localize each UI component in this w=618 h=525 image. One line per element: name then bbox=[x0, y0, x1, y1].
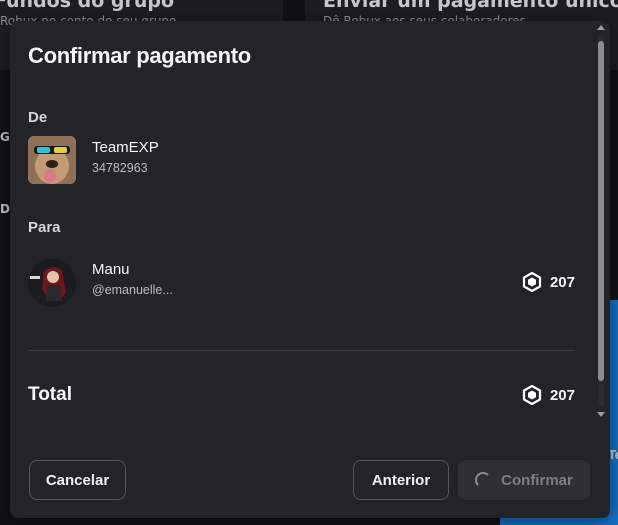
total-amount-value: 207 bbox=[549, 386, 575, 404]
recipient-handle: @emanuelle... bbox=[92, 283, 173, 297]
dialog-scrollbar[interactable] bbox=[595, 25, 607, 417]
to-label: Para bbox=[28, 219, 61, 236]
one-time-payment-title: Enviar um pagamento único bbox=[323, 0, 618, 12]
recipient-amount: 207 bbox=[522, 272, 575, 292]
robux-icon bbox=[522, 272, 542, 292]
confirm-button[interactable]: Confirmar bbox=[458, 460, 590, 500]
recipient-amount-value: 207 bbox=[549, 273, 575, 291]
previous-button[interactable]: Anterior bbox=[353, 460, 449, 500]
dog-image-icon bbox=[28, 136, 76, 184]
recipient-name: Manu bbox=[92, 261, 130, 278]
cancel-button[interactable]: Cancelar bbox=[29, 460, 126, 500]
spinner-icon bbox=[475, 472, 492, 488]
group-id: 34782963 bbox=[92, 161, 148, 175]
scroll-down-icon[interactable] bbox=[597, 412, 605, 417]
from-label: De bbox=[28, 109, 48, 126]
total-label: Total bbox=[28, 384, 72, 405]
scrollbar-thumb[interactable] bbox=[598, 41, 604, 381]
divider bbox=[28, 350, 575, 351]
group-avatar bbox=[28, 136, 76, 184]
avatar-figure-icon bbox=[28, 259, 76, 307]
total-amount: 207 bbox=[522, 385, 575, 405]
robux-icon bbox=[522, 385, 542, 405]
dialog-title: Confirmar pagamento bbox=[28, 43, 251, 68]
group-name: TeamEXP bbox=[92, 139, 159, 156]
scroll-up-icon[interactable] bbox=[597, 25, 605, 30]
confirm-payment-dialog: Confirmar pagamento De TeamEXP 34782963 … bbox=[10, 21, 610, 518]
confirm-button-label: Confirmar bbox=[501, 471, 573, 489]
group-funds-title: Fundos do grupo bbox=[0, 0, 175, 12]
recipient-avatar bbox=[28, 259, 76, 307]
